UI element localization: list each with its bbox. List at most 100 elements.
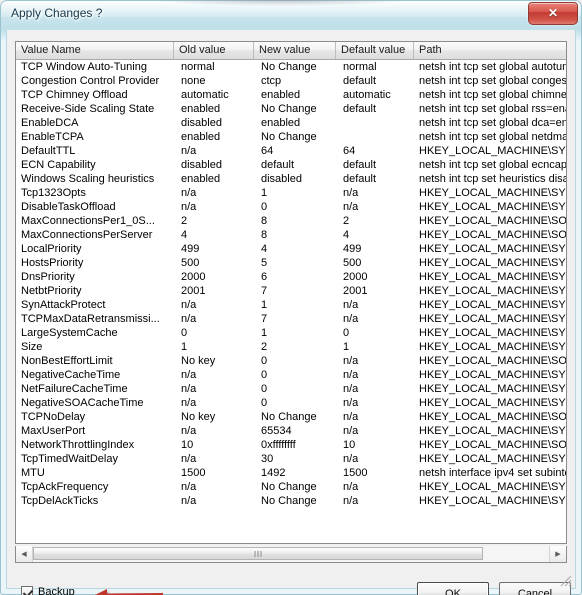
cell-new: 0 [261,201,268,213]
cell-default: 499 [343,243,362,255]
table-row[interactable]: Congestion Control Provider none ctcp defau… [16,74,566,88]
cell-name: TCP Window Auto-Tuning [21,61,147,73]
cell-default: n/a [343,355,359,367]
table-row[interactable]: Windows Scaling heuristics enabled disable… [16,172,566,186]
table-row[interactable]: Receive-Side Scaling State enabled No Chan… [16,102,566,116]
table-row[interactable]: DisableTaskOffload n/a 0 n/a HKEY_LOCAL_MACH… [16,200,566,214]
cell-default [336,130,414,144]
cell-name: TCP Chimney Offload [21,89,128,101]
cell-path: HKEY_LOCAL_MACHINE\SYST [419,271,566,283]
cell-old: 499 [181,243,200,255]
table-row[interactable]: TcpAckFrequency n/a No Change n/a HKEY_LOCAL… [16,480,566,494]
table-row[interactable]: TCP Chimney Offload automatic enabled autom… [16,88,566,102]
cell-name: TcpTimedWaitDelay [21,453,118,465]
table-row[interactable]: MaxUserPort n/a 65534 n/a HKEY_LOCAL_MACHINE… [16,424,566,438]
scrollbar-track[interactable] [33,546,549,562]
cell-default: default [343,103,377,115]
cell-old: normal [181,61,215,73]
cell-name: NonBestEffortLimit [21,355,113,367]
cell-name: Windows Scaling heuristics [21,173,155,185]
column-header-0[interactable]: Value Name [16,42,174,59]
listview-body[interactable]: TCP Window Auto-Tuning normal No Change nor… [16,60,566,543]
table-row[interactable]: NetFailureCacheTime n/a 0 n/a HKEY_LOCAL_MAC… [16,382,566,396]
table-row[interactable]: EnableTCPA enabled No Change netsh int tcp … [16,130,566,144]
cell-path: HKEY_LOCAL_MACHINE\SYST [419,341,566,353]
table-row[interactable]: DnsPriority 2000 6 2000 HKEY_LOCAL_MACHINE\S… [16,270,566,284]
cell-old: automatic [181,89,229,101]
table-row[interactable]: TCPMaxDataRetransmissi... n/a 7 n/a HKEY_LOC… [16,312,566,326]
table-row[interactable]: NetbtPriority 2001 7 2001 HKEY_LOCAL_MACHINE… [16,284,566,298]
cell-new: 0 [261,397,268,409]
scrollbar-thumb[interactable] [33,547,483,560]
cell-new: 30 [261,453,274,465]
table-row[interactable]: MaxConnectionsPer1_0S... 2 8 2 HKEY_LOCAL_MA… [16,214,566,228]
table-row[interactable]: EnableDCA disabled enabled netsh int tcp se… [16,116,566,130]
cell-path: HKEY_LOCAL_MACHINE\SYST [419,453,566,465]
table-row[interactable]: TCP Window Auto-Tuning normal No Change nor… [16,60,566,74]
cell-default: n/a [343,383,359,395]
scroll-left-arrow-icon[interactable]: ◀ [16,546,33,562]
cell-old: 2000 [181,271,206,283]
cell-path: HKEY_LOCAL_MACHINE\SYST [419,397,566,409]
cell-default: n/a [343,313,359,325]
cell-name: Tcp1323Opts [21,187,86,199]
scrollbar-grip-icon [254,551,262,557]
column-header-4[interactable]: Path [414,42,566,59]
table-row[interactable]: Tcp1323Opts n/a 1 n/a HKEY_LOCAL_MACHINE\SYS… [16,186,566,200]
column-header-1[interactable]: Old value [174,42,254,59]
column-header-2[interactable]: New value [254,42,336,59]
cell-default: n/a [343,453,359,465]
cell-new: 1 [261,299,268,311]
cell-old: 1500 [181,467,206,479]
backup-checkbox-group[interactable]: Backup [21,586,75,595]
cell-new: default [261,159,295,171]
column-header-3[interactable]: Default value [336,42,414,59]
table-row[interactable]: TcpDelAckTicks n/a No Change n/a HKEY_LOCAL_… [16,494,566,508]
cell-new: 0xffffffff [261,439,296,451]
table-row[interactable]: LargeSystemCache 0 1 0 HKEY_LOCAL_MACHINE\SY… [16,326,566,340]
table-row[interactable]: ECN Capability disabled default default nets… [16,158,566,172]
cell-old: 4 [181,229,188,241]
changes-listview[interactable]: Value Name Old value New value Default valu… [15,41,567,544]
cell-name: MaxUserPort [21,425,86,437]
table-row[interactable]: HostsPriority 500 5 500 HKEY_LOCAL_MACHINE\S… [16,256,566,270]
cell-path: HKEY_LOCAL_MACHINE\SYST [419,313,566,325]
table-row[interactable]: DefaultTTL n/a 64 64 HKEY_LOCAL_MACHINE\SYST [16,144,566,158]
cell-name: TcpAckFrequency [21,481,109,493]
cell-new: 7 [261,285,268,297]
cell-default: 1 [343,341,350,353]
table-row[interactable]: NegativeCacheTime n/a 0 n/a HKEY_LOCAL_MACHI… [16,368,566,382]
table-row[interactable]: SynAttackProtect n/a 1 n/a HKEY_LOCAL_MACHIN… [16,298,566,312]
cell-path: HKEY_LOCAL_MACHINE\SOFT [419,229,566,241]
cell-path: HKEY_LOCAL_MACHINE\SYST [419,299,566,311]
cell-new: No Change [261,103,317,115]
table-row[interactable]: NegativeSOACacheTime n/a 0 n/a HKEY_LOCAL_MA… [16,396,566,410]
cell-name: ECN Capability [21,159,96,171]
backup-checkbox[interactable] [21,586,33,595]
horizontal-scrollbar[interactable]: ◀ ▶ [15,546,567,563]
cell-old: n/a [181,481,197,493]
table-row[interactable]: Size 1 2 1 HKEY_LOCAL_MACHINE\SYST [16,340,566,354]
cell-name: NetworkThrottlingIndex [21,439,135,451]
cell-path: HKEY_LOCAL_MACHINE\SYST [419,481,566,493]
cell-name: TCPMaxDataRetransmissi... [21,313,160,325]
table-row[interactable]: NetworkThrottlingIndex 10 0xffffffff 10 HKEY… [16,438,566,452]
cell-path: HKEY_LOCAL_MACHINE\SYST [419,257,566,269]
table-row[interactable]: TCPNoDelay No key No Change n/a HKEY_LOCAL_M… [16,410,566,424]
cancel-button[interactable]: Cancel [499,582,571,595]
window-title: Apply Changes ? [11,6,103,20]
title-bar[interactable]: Apply Changes ? ✕ [0,0,582,30]
cell-old: enabled [181,103,221,115]
close-button[interactable]: ✕ [528,2,578,25]
table-row[interactable]: LocalPriority 499 4 499 HKEY_LOCAL_MACHINE\S… [16,242,566,256]
scroll-right-arrow-icon[interactable]: ▶ [549,546,566,562]
cell-default: 0 [343,327,350,339]
cell-old: disabled [181,117,222,129]
table-row[interactable]: TcpTimedWaitDelay n/a 30 n/a HKEY_LOCAL_MACH… [16,452,566,466]
ok-button[interactable]: OK [417,582,489,595]
cell-path: HKEY_LOCAL_MACHINE\SYST [419,383,566,395]
table-row[interactable]: MaxConnectionsPerServer 4 8 4 HKEY_LOCAL_MAC… [16,228,566,242]
table-row[interactable]: MTU 1500 1492 1500 netsh interface ipv4 set … [16,466,566,480]
table-row[interactable]: NonBestEffortLimit No key 0 n/a HKEY_LOCAL_M… [16,354,566,368]
cell-new: 2 [261,341,268,353]
